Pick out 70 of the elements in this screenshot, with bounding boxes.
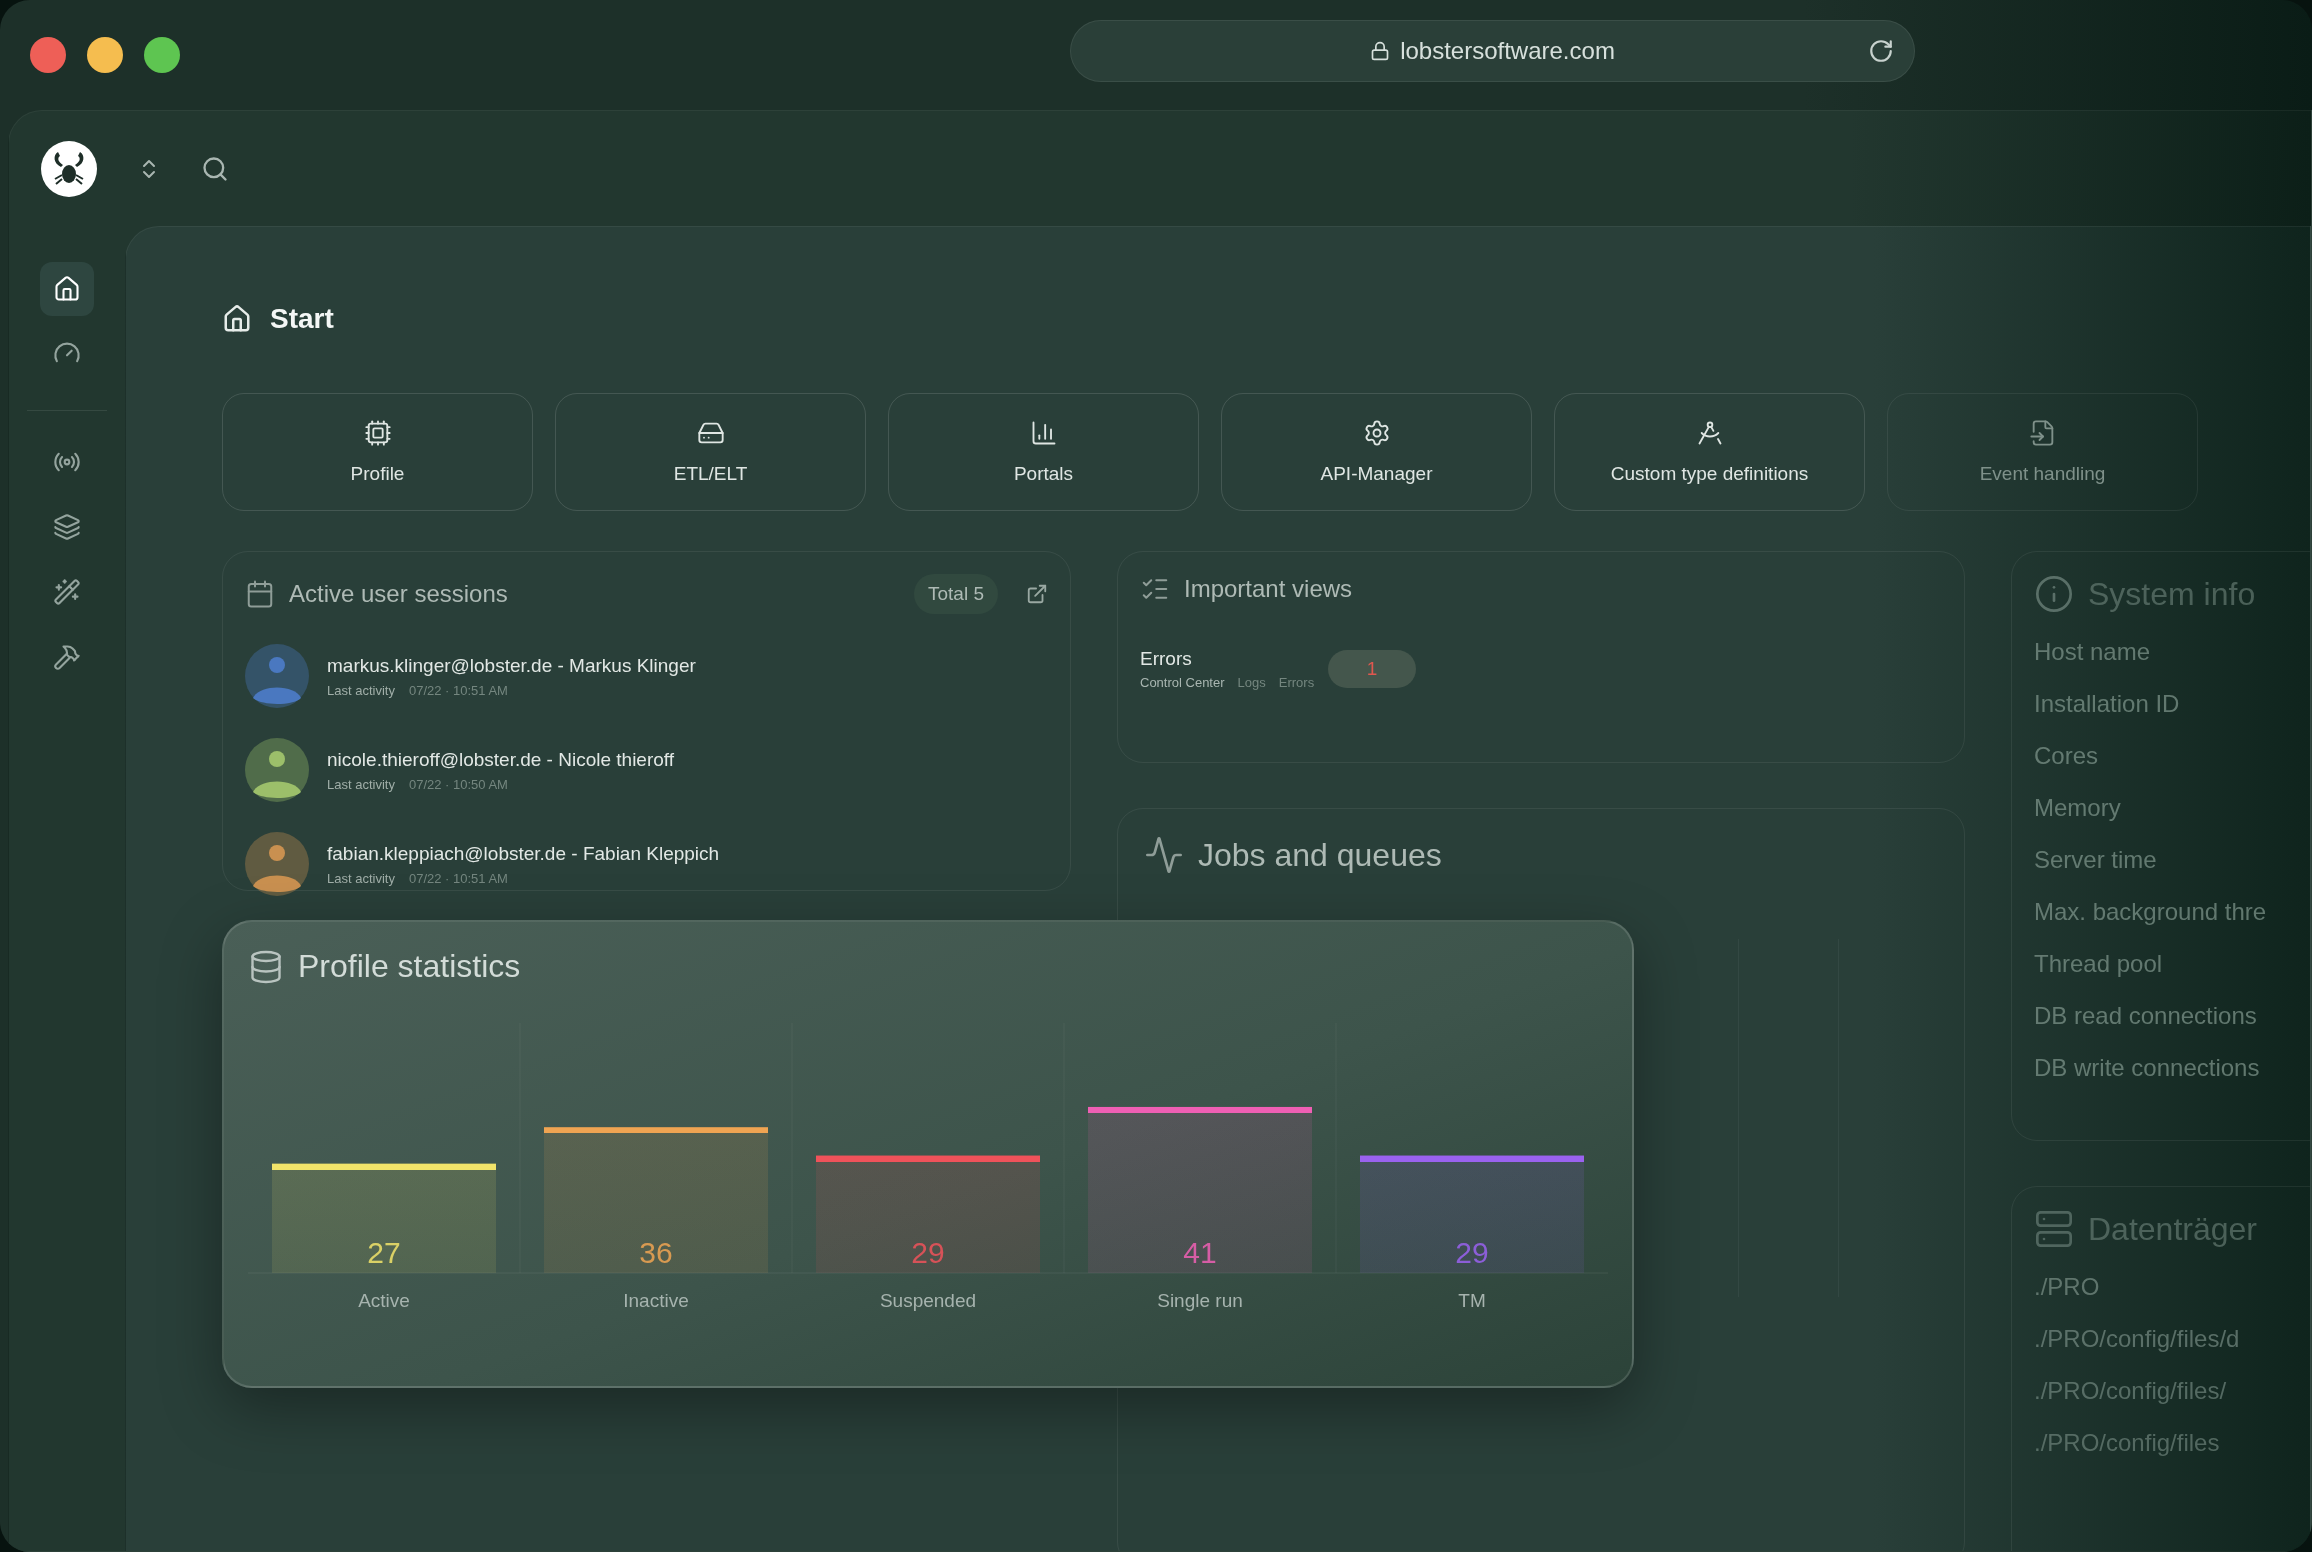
info-label: Server time [2034,846,2158,874]
info-label: Memory [2034,794,2122,822]
session-user[interactable]: markus.klinger@lobster.de - Markus Klinger [327,654,696,677]
address-bar[interactable]: lobstersoftware.com [1070,20,1915,82]
url-text: lobstersoftware.com [1400,37,1615,65]
external-link-icon[interactable] [1026,583,1048,605]
shortcut-tile[interactable]: Event handling [1887,393,2198,511]
home-icon [53,275,81,303]
page-title: Start [270,303,334,335]
activity-time: 07/22 · 10:51 AM [408,870,508,886]
home-icon [222,304,252,334]
activity-label: Last activity [327,776,395,792]
info-label: Thread pool [2034,950,2164,978]
activity-time: 07/22 · 10:50 AM [408,776,508,792]
activity-time: 07/22 · 10:51 AM [408,682,508,698]
error-count: 1 [1328,650,1417,688]
category-label: TM [1458,1290,1486,1311]
layers-icon [53,513,81,541]
card-title: Datenträger [2088,1210,2257,1248]
storage-path: ./PRO [2034,1273,2101,1301]
info-label: Cores [2034,742,2100,770]
category-label: Single run [1157,1290,1243,1311]
card-title: Jobs and queues [1198,836,1442,874]
shortcut-tile[interactable]: Profile [222,393,533,511]
chip-icon [363,419,392,447]
card-title: Important views [1184,575,1353,603]
storage-path: ./PRO/config/files [2034,1429,2221,1457]
activity-icon [1144,835,1184,875]
calendar-icon [245,579,275,609]
session-user[interactable]: nicole.thieroff@lobster.de - Nicole thieroff [327,748,675,771]
session-user[interactable]: fabian.kleppiach@lobster.de - Fabian Kleppich [327,842,720,865]
minimize-button[interactable] [87,37,123,73]
category-label: Suspended [879,1290,977,1311]
bar-value: 36 [639,1236,673,1269]
activity-label: Last activity [327,870,395,886]
reload-icon[interactable] [1868,38,1894,64]
info-label: DB write connections [2034,1054,2261,1082]
lock-icon [1370,41,1391,61]
breadcrumb[interactable]: Control Center [1140,675,1225,690]
magic-wand-icon [53,578,81,606]
shortcut-tile[interactable]: Portals [888,393,1199,511]
sidebar-item[interactable] [40,262,94,316]
info-label: Max. background thre [2034,898,2268,926]
info-label: Installation ID [2034,690,2181,718]
shortcut-tile[interactable]: Custom type definitions [1554,393,1865,511]
shortcut-tile[interactable]: API-Manager [1221,393,1532,511]
info-label: DB read connections [2034,1002,2258,1030]
bar-value: 29 [911,1236,945,1269]
info-icon [2034,574,2074,614]
card-title: Active user sessions [289,580,508,608]
storage-path: ./PRO/config/files/d [2034,1325,2241,1353]
tools-icon [53,643,81,671]
info-label: Host name [2034,638,2152,666]
search-icon[interactable] [201,154,229,183]
activity-label: Last activity [327,682,395,698]
shortcut-tile[interactable]: ETL/ELT [555,393,866,511]
stack-icon [248,948,284,985]
total-count: Total 5 [914,574,998,614]
logo-icon[interactable] [41,140,97,197]
category-label: Inactive [623,1290,689,1311]
bar-value: 27 [367,1236,401,1269]
bar-value: 29 [1455,1236,1489,1269]
card-title: Profile statistics [298,948,521,985]
category-label: Active [358,1290,410,1311]
bar-value: 41 [1183,1236,1217,1269]
storage-path: ./PRO/config/files/ [2034,1377,2228,1405]
zoom-button[interactable] [144,37,180,73]
server-icon [2034,1209,2074,1249]
close-button[interactable] [30,37,66,73]
view-name[interactable]: Errors [1140,648,1315,670]
